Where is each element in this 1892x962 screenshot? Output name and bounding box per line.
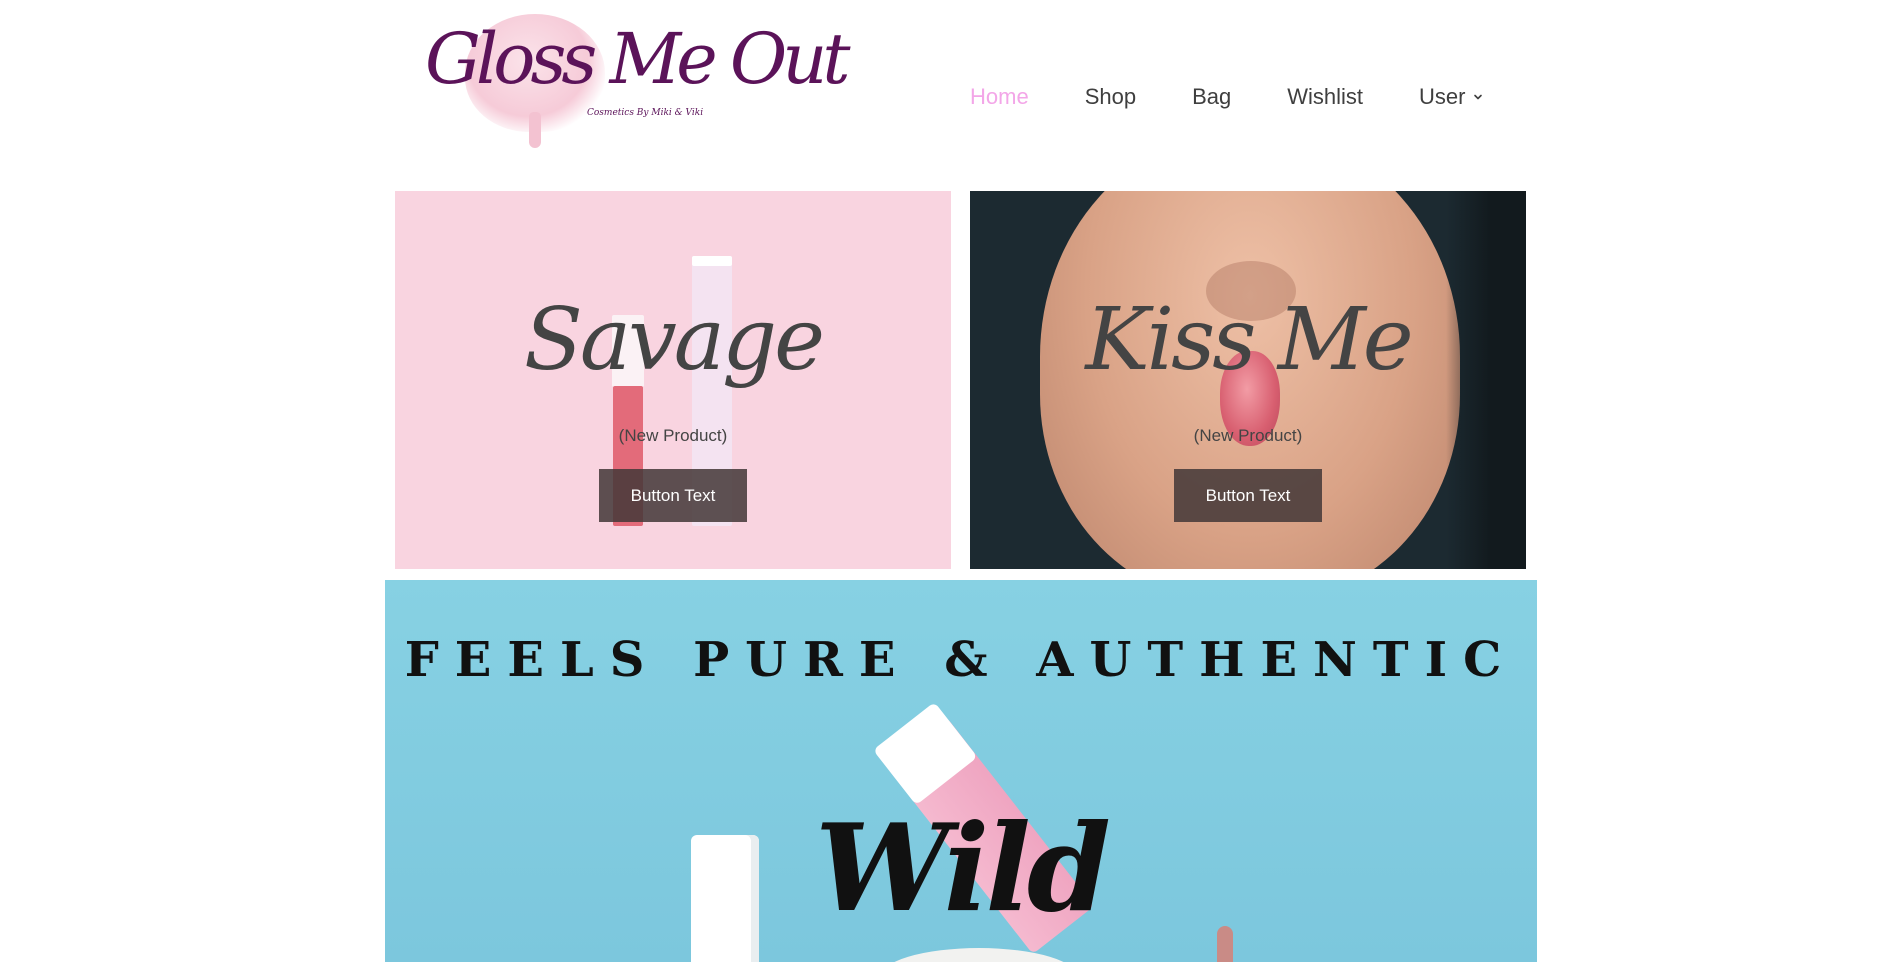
nav-wishlist[interactable]: Wishlist bbox=[1287, 84, 1363, 110]
tile-cta-button[interactable]: Button Text bbox=[1174, 469, 1322, 522]
tile-subtitle: (New Product) bbox=[1193, 426, 1303, 445]
logo-tagline: Cosmetics By Miki & Viki bbox=[587, 108, 704, 118]
main-nav: Home Shop Bag Wishlist User bbox=[970, 80, 1483, 114]
logo-wordmark: Gloss Me Out bbox=[425, 18, 851, 100]
tile-title: Kiss Me bbox=[1085, 290, 1413, 390]
logo-drip-graphic bbox=[529, 112, 541, 148]
nav-shop[interactable]: Shop bbox=[1085, 84, 1136, 110]
gloss-tube-cap-image bbox=[692, 256, 732, 266]
nav-bag[interactable]: Bag bbox=[1192, 84, 1231, 110]
nav-user-menu[interactable]: User bbox=[1419, 84, 1483, 110]
tile-title: Savage bbox=[524, 290, 825, 390]
product-tile-kiss-me: Kiss Me (New Product) Button Text bbox=[970, 191, 1526, 569]
banner-heading: FEELS PURE & AUTHENTIC bbox=[404, 632, 1518, 688]
nav-user-label: User bbox=[1419, 84, 1466, 109]
brand-logo[interactable]: Gloss Me Out Cosmetics By Miki & Viki bbox=[425, 8, 851, 156]
product-tile-savage: Savage (New Product) Button Text bbox=[395, 191, 951, 569]
page: Gloss Me Out Cosmetics By Miki & Viki Ho… bbox=[0, 0, 1892, 962]
tile-subtitle: (New Product) bbox=[618, 426, 728, 445]
nav-home[interactable]: Home bbox=[970, 84, 1029, 110]
chevron-down-icon bbox=[1474, 94, 1483, 100]
banner-script-text: Wild bbox=[815, 798, 1111, 939]
tile-cta-button[interactable]: Button Text bbox=[599, 469, 747, 522]
hero-banner: FEELS PURE & AUTHENTIC Wild bbox=[385, 580, 1537, 962]
cream-image bbox=[879, 948, 1079, 962]
